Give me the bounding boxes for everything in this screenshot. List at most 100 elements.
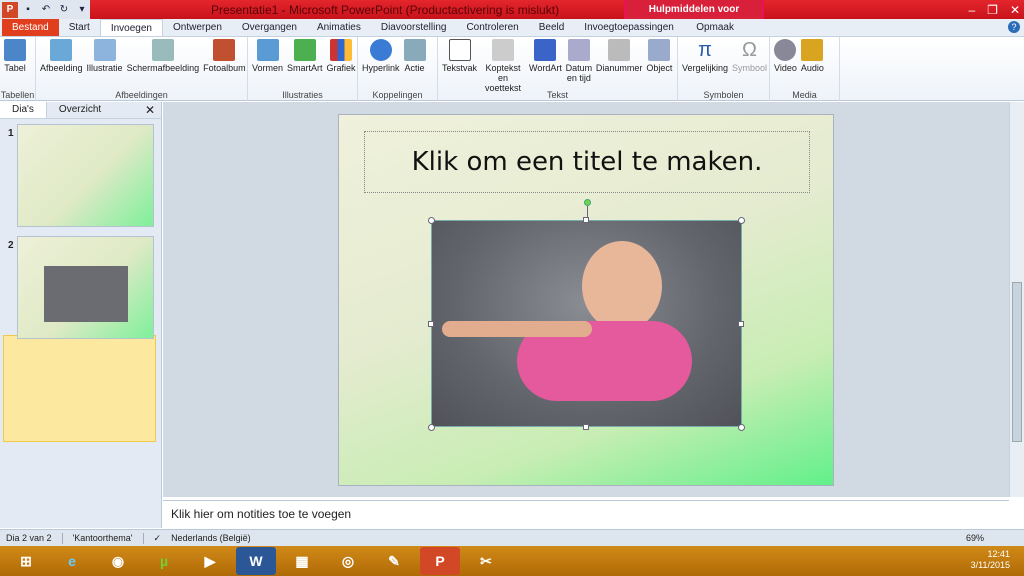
title-placeholder[interactable]: Klik om een titel te maken. <box>364 131 810 193</box>
resize-handle-tr[interactable] <box>738 217 745 224</box>
vertical-scrollbar[interactable] <box>1009 102 1024 497</box>
tab-invoegtoepassingen[interactable]: Invoegtoepassingen <box>574 19 684 36</box>
spellcheck-icon[interactable]: ✓ <box>154 533 162 544</box>
vormen-button[interactable]: Vormen <box>250 39 285 73</box>
clipart-icon <box>93 39 116 61</box>
utorrent-icon[interactable]: µ <box>144 547 184 575</box>
slide-indicator: Dia 2 van 2 <box>6 533 52 543</box>
schermafbeelding-button[interactable]: Schermafbeelding <box>125 39 202 73</box>
resize-handle-b[interactable] <box>583 424 589 430</box>
explorer-icon[interactable]: ▦ <box>282 547 322 575</box>
slide-editor: Klik om een titel te maken. <box>163 102 1009 497</box>
slide-number-1: 1 <box>8 128 14 139</box>
restore-icon[interactable]: ❐ <box>987 3 998 17</box>
tab-dias[interactable]: Dia's <box>0 102 47 118</box>
audio-button[interactable]: Audio <box>799 39 826 73</box>
undo-icon[interactable]: ↶ <box>38 2 54 18</box>
tabel-button[interactable]: Tabel <box>2 39 28 73</box>
group-afbeeldingen: Afbeelding Illustratie Schermafbeelding … <box>36 37 248 101</box>
screenshot-icon <box>151 39 174 61</box>
actie-button[interactable]: Actie <box>402 39 428 73</box>
baby-photo[interactable] <box>431 220 742 427</box>
resize-handle-bl[interactable] <box>428 424 435 431</box>
tab-bestand[interactable]: Bestand <box>2 19 59 36</box>
illustratie-button[interactable]: Illustratie <box>85 39 125 73</box>
status-separator <box>61 532 63 544</box>
snipping-icon[interactable]: ✂ <box>466 547 506 575</box>
slide-canvas[interactable]: Klik om een titel te maken. <box>338 114 834 486</box>
slide-thumbnail-1[interactable] <box>17 124 154 227</box>
resize-handle-t[interactable] <box>583 217 589 223</box>
calendar-icon <box>567 39 590 61</box>
tab-beeld[interactable]: Beeld <box>529 19 575 36</box>
omega-icon: Ω <box>742 39 757 61</box>
redo-icon[interactable]: ↻ <box>56 2 72 18</box>
rotate-handle[interactable] <box>584 199 591 206</box>
smartart-button[interactable]: SmartArt <box>285 39 325 73</box>
koptekst-button[interactable]: Koptekst en voettekst <box>479 39 527 93</box>
tab-overzicht[interactable]: Overzicht <box>47 102 113 118</box>
scroll-thumb[interactable] <box>1012 282 1022 442</box>
close-panel-icon[interactable]: ✕ <box>145 102 155 118</box>
table-icon <box>4 39 26 61</box>
save-icon[interactable]: ▪ <box>20 2 36 18</box>
customize-qat-icon[interactable]: ▾ <box>74 2 90 18</box>
notes-pane[interactable]: Klik hier om notities toe te voegen <box>163 500 1009 528</box>
resize-handle-tl[interactable] <box>428 217 435 224</box>
zoom-level[interactable]: 69% <box>966 533 984 543</box>
grafiek-button[interactable]: Grafiek <box>325 39 358 73</box>
paint-icon[interactable]: ✎ <box>374 547 414 575</box>
header-footer-icon <box>492 39 515 61</box>
word-icon[interactable]: W <box>236 547 276 575</box>
minimize-icon[interactable]: – <box>968 3 975 17</box>
tab-diavoorstelling[interactable]: Diavoorstelling <box>371 19 457 36</box>
hyperlink-button[interactable]: Hyperlink <box>360 39 402 73</box>
afbeelding-button[interactable]: Afbeelding <box>38 39 85 73</box>
tab-animaties[interactable]: Animaties <box>307 19 371 36</box>
chrome-icon[interactable]: ◎ <box>328 547 368 575</box>
tab-overgangen[interactable]: Overgangen <box>232 19 307 36</box>
tab-start[interactable]: Start <box>59 19 100 36</box>
dianummer-button[interactable]: Dianummer <box>594 39 645 73</box>
thumbnail-photo <box>44 266 128 322</box>
tab-controleren[interactable]: Controleren <box>456 19 528 36</box>
tab-opmaak[interactable]: Opmaak <box>686 19 744 36</box>
resize-handle-l[interactable] <box>428 321 434 327</box>
help-icon[interactable]: ? <box>1008 21 1020 33</box>
chart-icon <box>330 39 353 61</box>
wordart-button[interactable]: WordArt <box>527 39 564 73</box>
object-icon <box>648 39 671 61</box>
app-icon[interactable]: ◉ <box>98 547 138 575</box>
context-tools-label: Hulpmiddelen voor afbeeldingen <box>624 0 764 35</box>
object-button[interactable]: Object <box>644 39 674 73</box>
video-button[interactable]: Video <box>772 39 799 73</box>
vergelijking-button[interactable]: π Vergelijking <box>680 39 730 73</box>
title-bar: P ▪ ↶ ↻ ▾ Presentatie1 - Microsoft Power… <box>0 0 1024 35</box>
tab-ontwerpen[interactable]: Ontwerpen <box>163 19 232 36</box>
language[interactable]: Nederlands (België) <box>171 533 251 543</box>
tekstvak-button[interactable]: Tekstvak <box>440 39 479 73</box>
fotoalbum-button[interactable]: Fotoalbum <box>201 39 248 73</box>
powerpoint-icon[interactable]: P <box>2 1 18 18</box>
window-controls: – ❐ ✕ <box>968 0 1020 19</box>
slide-thumbnail-2[interactable] <box>17 236 154 339</box>
globe-icon <box>369 39 392 61</box>
picture-icon <box>50 39 73 61</box>
wordart-icon <box>534 39 557 61</box>
media-icon[interactable]: ▶ <box>190 547 230 575</box>
slide-number-2: 2 <box>8 240 14 251</box>
ie-icon[interactable]: e <box>52 547 92 575</box>
start-icon[interactable]: ⊞ <box>6 547 46 575</box>
resize-handle-br[interactable] <box>738 424 745 431</box>
group-tabellen: Tabel Tabellen <box>0 37 36 101</box>
clock[interactable]: 12:41 3/11/2015 <box>971 549 1010 571</box>
tab-invoegen[interactable]: Invoegen <box>99 19 163 36</box>
photo-arm <box>442 321 592 337</box>
photo-face <box>582 241 662 331</box>
symbool-button[interactable]: Ω Symbool <box>730 39 769 73</box>
close-icon[interactable]: ✕ <box>1010 3 1020 17</box>
resize-handle-r[interactable] <box>738 321 744 327</box>
powerpoint-taskbar-icon[interactable]: P <box>420 547 460 575</box>
datum-tijd-button[interactable]: Datum en tijd <box>564 39 594 83</box>
film-reel-icon <box>774 39 797 61</box>
